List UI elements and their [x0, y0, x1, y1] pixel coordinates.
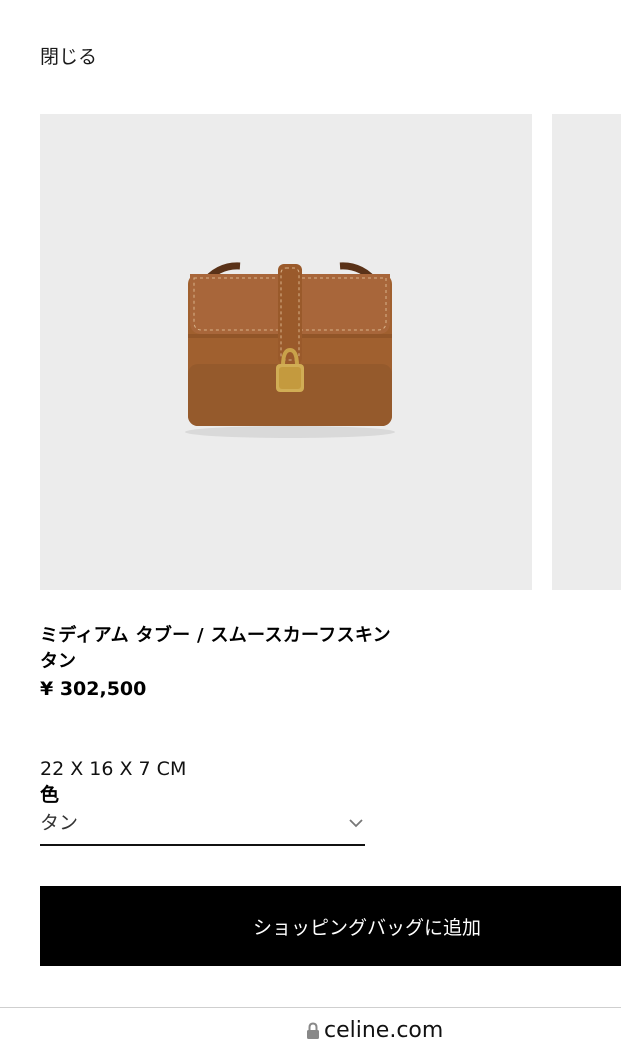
- lock-icon: [307, 1021, 319, 1039]
- product-image-slide[interactable]: [40, 114, 532, 590]
- add-to-bag-label: ショッピングバッグに追加: [253, 917, 482, 939]
- url-text: celine.com: [324, 1018, 444, 1043]
- chevron-down-icon: [349, 819, 363, 828]
- browser-url-bar[interactable]: celine.com: [0, 1007, 621, 1053]
- product-color-name: タン: [40, 651, 76, 672]
- bag-image: [185, 262, 395, 438]
- color-label: 色: [40, 784, 60, 806]
- product-dimensions: 22 X 16 X 7 CM: [40, 758, 187, 780]
- color-select[interactable]: タン: [40, 806, 365, 846]
- product-image-carousel[interactable]: [0, 114, 621, 590]
- product-name: ミディアム タブー / スムースカーフスキン: [40, 625, 391, 646]
- close-link[interactable]: 閉じる: [40, 42, 97, 69]
- product-price: ¥ 302,500: [40, 678, 147, 700]
- color-select-value: タン: [40, 812, 79, 834]
- add-to-bag-button[interactable]: ショッピングバッグに追加: [40, 886, 621, 966]
- url-display[interactable]: celine.com: [306, 1018, 443, 1043]
- next-image-slide[interactable]: [552, 114, 621, 590]
